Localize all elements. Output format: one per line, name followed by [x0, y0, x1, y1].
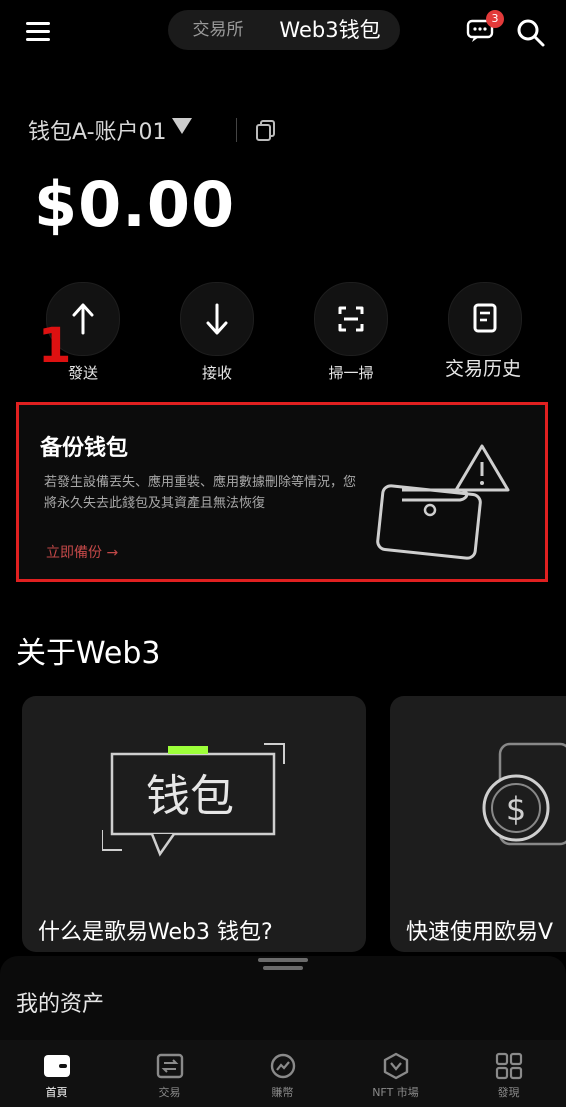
dollar-coin-icon: $ — [482, 742, 566, 846]
wallet-icon — [43, 1055, 70, 1077]
scan-label: 掃一掃 — [328, 364, 374, 382]
total-balance: $0.00 — [34, 168, 236, 241]
tab-web3-wallet[interactable]: Web3钱包 — [266, 12, 394, 48]
discover-icon — [495, 1052, 522, 1080]
wallet-warning-icon — [376, 444, 510, 560]
tab-exchange[interactable]: 交易所 — [176, 14, 260, 46]
arrow-down-icon — [206, 303, 228, 335]
tab-label: 賺幣 — [271, 1086, 294, 1099]
nft-icon — [383, 1052, 408, 1080]
history-label: 交易历史 — [444, 358, 521, 380]
scan-icon — [338, 306, 364, 332]
account-selector[interactable]: 钱包A-账户01 — [28, 114, 167, 146]
menu-icon[interactable] — [26, 22, 50, 42]
my-assets-title: 我的资产 — [16, 992, 105, 1017]
divider — [236, 118, 237, 142]
backup-now-link[interactable]: 立即備份 → — [46, 542, 118, 562]
receive-button[interactable] — [180, 282, 254, 356]
web3-card-quick-start[interactable]: $ 快速使用欧易V — [390, 696, 566, 952]
svg-text:$: $ — [506, 790, 526, 828]
tab-discover[interactable]: 發現 — [452, 1040, 565, 1100]
sheet-drag-handle-line — [263, 966, 303, 970]
tab-label: 交易 — [158, 1086, 181, 1099]
tab-label: 發現 — [497, 1086, 520, 1099]
search-icon[interactable] — [516, 18, 546, 48]
history-icon — [473, 303, 497, 333]
tab-earn[interactable]: 賺幣 — [226, 1040, 339, 1100]
receive-label: 接收 — [201, 364, 232, 382]
tab-trade[interactable]: 交易 — [113, 1040, 226, 1100]
backup-title: 备份钱包 — [40, 436, 129, 461]
copy-icon[interactable] — [254, 118, 278, 142]
scan-button[interactable] — [314, 282, 388, 356]
earn-icon — [270, 1053, 295, 1079]
caret-down-icon[interactable] — [172, 118, 192, 134]
tab-label: NFT 市場 — [372, 1086, 419, 1099]
card-title: 什么是歌易Web3 钱包? — [38, 920, 273, 945]
notification-badge: 3 — [486, 10, 504, 28]
wallet-illustration-text: 钱包 — [146, 771, 234, 822]
history-button[interactable] — [448, 282, 522, 356]
backup-description: 若發生設備丟失、應用重裝、應用數據刪除等情況，您將永久失去此錢包及其資產且無法恢… — [44, 475, 357, 511]
trade-icon — [156, 1053, 183, 1079]
sheet-drag-handle[interactable] — [258, 958, 308, 962]
web3-card-what-is-wallet[interactable]: 钱包 什么是歌易Web3 钱包? — [22, 696, 366, 952]
tab-nft-market[interactable]: NFT 市場 — [339, 1040, 452, 1100]
section-title-web3: 关于Web3 — [16, 636, 161, 671]
card-title: 快速使用欧易V — [406, 920, 554, 945]
bottom-nav: 首頁 交易 賺幣 NFT 市場 發現 — [0, 1040, 566, 1107]
annotation-step-number: 1 — [38, 318, 72, 374]
tab-home[interactable]: 首頁 — [0, 1040, 113, 1100]
tab-label: 首頁 — [45, 1086, 68, 1099]
